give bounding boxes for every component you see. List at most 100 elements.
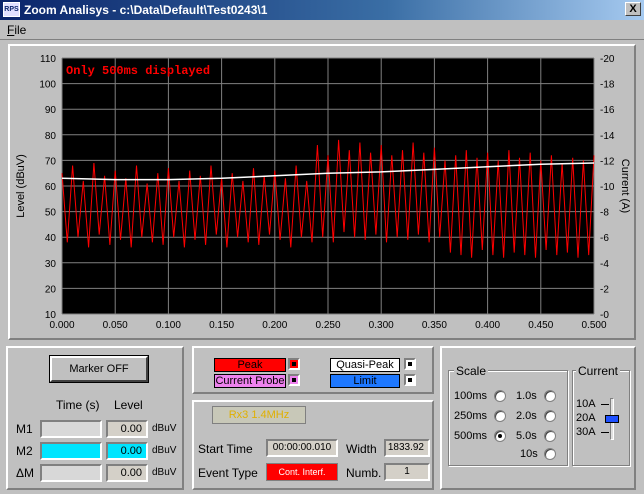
chart-panel: 0.000 0.050 0.100 0.150 0.200 0.250 0.300 0.350… bbox=[8, 44, 636, 340]
marker-toggle-button[interactable]: Marker OFF bbox=[49, 355, 149, 383]
delta-m-time-field[interactable] bbox=[40, 464, 102, 482]
peak-checkbox[interactable] bbox=[288, 358, 300, 370]
level-header: Level bbox=[114, 398, 143, 412]
scale-option-100ms[interactable] bbox=[494, 390, 506, 402]
y-right-tick-label: -18 bbox=[600, 80, 615, 91]
scale-option-5s-label: 5.0s bbox=[516, 430, 537, 442]
scale-option-500ms[interactable] bbox=[494, 430, 506, 442]
y-right-axis-label: Current (A) bbox=[619, 159, 631, 213]
y-tick-label: 110 bbox=[40, 54, 56, 65]
x-tick-label: 0.250 bbox=[315, 320, 340, 331]
m1-level-field[interactable]: 0.00 bbox=[106, 420, 148, 438]
x-tick-label: 0.050 bbox=[103, 320, 128, 331]
scale-option-250ms[interactable] bbox=[494, 410, 506, 422]
y-tick-label: 70 bbox=[45, 156, 57, 167]
y-right-tick-label: -6 bbox=[600, 233, 609, 244]
time-header: Time (s) bbox=[56, 398, 100, 412]
event-type-label: Event Type bbox=[198, 466, 258, 480]
event-panel: Rx3 1.4MHz Start Time 00:00:00.010 Width… bbox=[192, 400, 434, 490]
scale-option-500ms-label: 500ms bbox=[454, 430, 488, 442]
x-tick-label: 0.150 bbox=[209, 320, 234, 331]
trace-legend-panel: Peak Current Probe Quasi-Peak Limit bbox=[192, 346, 434, 394]
numb-field: 1 bbox=[384, 463, 430, 481]
current-option-30a: 30A bbox=[576, 426, 596, 438]
m2-level-field[interactable]: 0.00 bbox=[106, 442, 148, 460]
delta-m-unit: dBuV bbox=[152, 467, 177, 478]
x-tick-label: 0.100 bbox=[156, 320, 181, 331]
app-icon: RPS bbox=[3, 2, 20, 17]
m1-unit: dBuV bbox=[152, 423, 177, 434]
scale-current-panel: Scale 100ms 250ms 500ms 1.0s 2.0s 5.0s 1… bbox=[440, 346, 636, 490]
scale-option-2s-label: 2.0s bbox=[516, 410, 537, 422]
y-tick-label: 30 bbox=[45, 259, 57, 270]
x-tick-label: 0.500 bbox=[581, 320, 606, 331]
y-right-tick-label: -2 bbox=[600, 284, 609, 295]
y-right-tick-label: -14 bbox=[600, 131, 615, 142]
title-bar: RPS Zoom Analisys - c:\Data\Default\Test… bbox=[0, 0, 644, 20]
y-tick-label: 50 bbox=[45, 208, 57, 219]
peak-swatch: Peak bbox=[214, 358, 286, 372]
m2-label: M2 bbox=[16, 444, 33, 458]
x-tick-label: 0.450 bbox=[528, 320, 553, 331]
y-right-tick-label: -0 bbox=[600, 310, 609, 321]
start-time-field: 00:00:00.010 bbox=[266, 439, 338, 457]
close-button[interactable]: X bbox=[625, 2, 641, 16]
marker-panel: Marker OFF Time (s) Level M1 0.00 dBuV M… bbox=[6, 346, 184, 490]
start-time-label: Start Time bbox=[198, 442, 253, 456]
scale-option-1s[interactable] bbox=[544, 390, 556, 402]
y-tick-label: 100 bbox=[39, 80, 56, 91]
y-right-tick-label: -20 bbox=[600, 54, 615, 65]
y-tick-label: 20 bbox=[45, 284, 57, 295]
scale-option-5s[interactable] bbox=[544, 430, 556, 442]
x-tick-label: 0.200 bbox=[262, 320, 287, 331]
limit-checkbox[interactable] bbox=[404, 374, 416, 386]
current-probe-swatch: Current Probe bbox=[214, 374, 286, 388]
width-label: Width bbox=[346, 442, 377, 456]
m1-time-field[interactable] bbox=[40, 420, 102, 438]
y-right-tick-label: -10 bbox=[600, 182, 615, 193]
receiver-label: Rx3 1.4MHz bbox=[212, 406, 306, 424]
limit-swatch: Limit bbox=[330, 374, 400, 388]
window-title: Zoom Analisys - c:\Data\Default\Test0243… bbox=[24, 3, 268, 17]
current-slider-thumb[interactable] bbox=[605, 415, 619, 423]
delta-m-label: ΔM bbox=[16, 466, 35, 480]
width-field: 1833.92 bbox=[384, 439, 430, 457]
menu-bar: File bbox=[0, 20, 644, 40]
current-probe-checkbox[interactable] bbox=[288, 374, 300, 386]
m1-label: M1 bbox=[16, 422, 33, 436]
delta-m-level-field[interactable]: 0.00 bbox=[106, 464, 148, 482]
m2-unit: dBuV bbox=[152, 445, 177, 456]
y-right-tick-label: -4 bbox=[600, 259, 609, 270]
current-title: Current bbox=[576, 364, 621, 378]
y-tick-label: 80 bbox=[45, 131, 57, 142]
tick-10a bbox=[601, 404, 609, 405]
chart: 0.000 0.050 0.100 0.150 0.200 0.250 0.300 0.350… bbox=[15, 54, 631, 331]
event-type-field: Cont. Interf. bbox=[266, 463, 338, 481]
chart-annotation: Only 500ms displayed bbox=[66, 64, 210, 78]
x-tick-label: 0.400 bbox=[475, 320, 500, 331]
y-axis-label: Level (dBuV) bbox=[15, 154, 27, 218]
y-tick-label: 10 bbox=[45, 310, 57, 321]
x-tick-label: 0.300 bbox=[369, 320, 394, 331]
tick-30a bbox=[601, 432, 609, 433]
y-right-tick-label: -16 bbox=[600, 105, 615, 116]
quasi-peak-swatch: Quasi-Peak bbox=[330, 358, 400, 372]
y-right-tick-label: -8 bbox=[600, 208, 609, 219]
numb-label: Numb. bbox=[346, 466, 382, 480]
scale-title: Scale bbox=[454, 364, 489, 378]
scale-option-2s[interactable] bbox=[544, 410, 556, 422]
m2-time-field[interactable] bbox=[40, 442, 102, 460]
scale-option-250ms-label: 250ms bbox=[454, 410, 488, 422]
y-right-tick-label: -12 bbox=[600, 156, 615, 167]
scale-option-10s[interactable] bbox=[544, 448, 556, 460]
current-option-20a: 20A bbox=[576, 412, 596, 424]
quasi-peak-checkbox[interactable] bbox=[404, 358, 416, 370]
current-option-10a: 10A bbox=[576, 398, 596, 410]
menu-file[interactable]: File bbox=[7, 23, 26, 37]
scale-option-10s-label: 10s bbox=[520, 448, 538, 460]
x-tick-label: 0.350 bbox=[422, 320, 447, 331]
scale-option-1s-label: 1.0s bbox=[516, 390, 537, 402]
y-tick-label: 60 bbox=[45, 182, 57, 193]
scale-option-100ms-label: 100ms bbox=[454, 390, 488, 402]
y-tick-label: 90 bbox=[45, 105, 57, 116]
